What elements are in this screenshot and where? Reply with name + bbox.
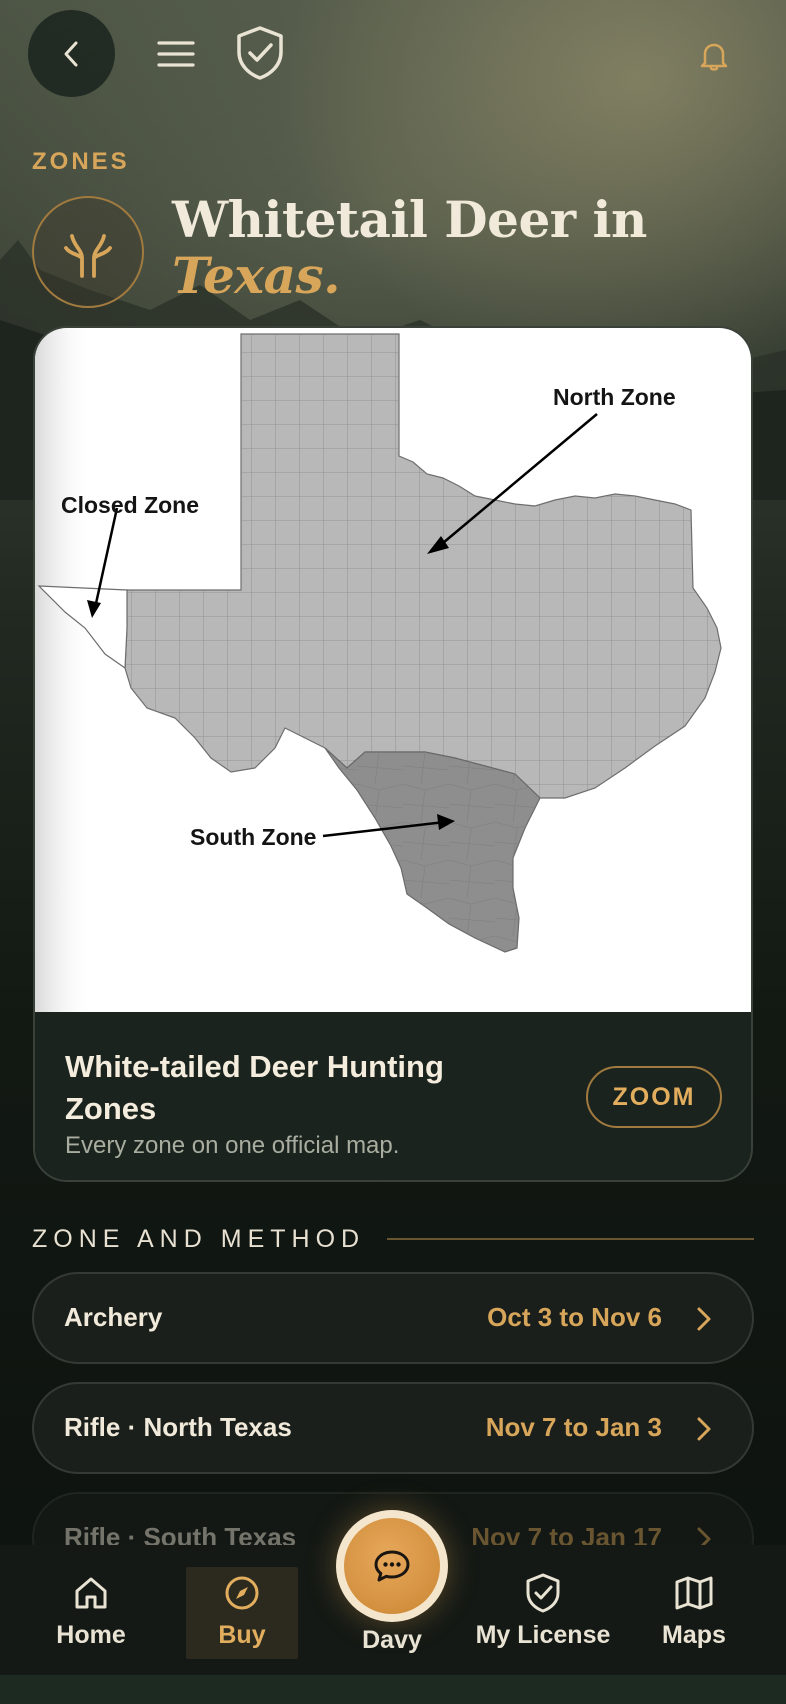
section-divider <box>387 1238 754 1240</box>
map-card-subtitle: Every zone on one official map. <box>65 1132 400 1159</box>
compass-icon <box>222 1573 262 1613</box>
map-icon <box>674 1573 714 1613</box>
app-screen: ZONES Whitetail Deer in Texas. North Zon… <box>0 0 786 1704</box>
season-name: Archery <box>64 1302 163 1332</box>
chevron-left-icon <box>64 41 77 66</box>
season-dates: Nov 7 to Jan 3 <box>485 1412 662 1442</box>
map-edge-shade <box>35 328 95 1012</box>
texas-map <box>35 328 722 1012</box>
hamburger-menu-icon <box>157 41 195 67</box>
shield-check-icon <box>523 1573 563 1613</box>
page-title: Whitetail Deer in Texas. <box>172 192 772 304</box>
zone-method-header: ZONE AND METHOD <box>32 1222 754 1256</box>
back-button[interactable] <box>28 10 115 97</box>
season-dates: Oct 3 to Nov 6 <box>487 1302 662 1332</box>
chevron-right-icon <box>692 1414 716 1444</box>
nav-home[interactable]: Home <box>35 1567 147 1659</box>
chevron-right-icon <box>692 1304 716 1334</box>
chat-bubble-icon <box>374 1550 410 1582</box>
menu-button[interactable] <box>152 30 200 78</box>
davy-chat-button[interactable] <box>336 1510 448 1622</box>
page-title-line1: Whitetail Deer in <box>172 190 647 249</box>
home-indicator-bar <box>0 1675 786 1704</box>
zone-method-title: ZONE AND METHOD <box>32 1224 366 1253</box>
nav-davy-label: Davy <box>362 1626 422 1654</box>
season-row-rifle-north[interactable]: Rifle · North Texas Nov 7 to Jan 3 <box>32 1382 754 1474</box>
zone-map[interactable]: North Zone Closed Zone South Zone <box>35 328 751 1012</box>
nav-my-license[interactable]: My License <box>468 1567 618 1659</box>
nav-buy-label: Buy <box>218 1621 266 1649</box>
species-badge <box>32 196 144 308</box>
antler-icon <box>64 234 112 278</box>
zone-map-card[interactable]: North Zone Closed Zone South Zone White-… <box>33 326 753 1182</box>
north-zone-label: North Zone <box>553 384 676 410</box>
nav-my-license-label: My License <box>475 1621 611 1649</box>
nav-maps-label: Maps <box>662 1621 726 1649</box>
map-card-footer: White-tailed Deer Hunting Zones Every zo… <box>35 1012 751 1180</box>
nav-home-label: Home <box>56 1621 126 1649</box>
south-zone-counties <box>325 748 540 952</box>
map-card-title: White-tailed Deer Hunting Zones <box>65 1049 444 1126</box>
top-bar <box>0 0 786 110</box>
section-eyebrow: ZONES <box>32 148 130 175</box>
license-shield-button[interactable] <box>232 22 288 84</box>
season-row-archery[interactable]: Archery Oct 3 to Nov 6 <box>32 1272 754 1364</box>
nav-buy[interactable]: Buy <box>186 1567 298 1659</box>
nav-maps[interactable]: Maps <box>638 1567 750 1659</box>
zoom-button[interactable]: ZOOM <box>586 1066 722 1128</box>
closed-zone-label: Closed Zone <box>61 492 200 518</box>
shield-check-icon <box>237 26 283 80</box>
bell-icon <box>700 43 728 71</box>
south-zone-label: South Zone <box>190 824 317 850</box>
season-name: Rifle · North Texas <box>64 1412 292 1442</box>
notifications-button[interactable] <box>694 36 734 76</box>
home-icon <box>71 1573 111 1613</box>
davy-chat-button-inner <box>344 1518 440 1614</box>
page-title-state: Texas. <box>172 246 341 305</box>
